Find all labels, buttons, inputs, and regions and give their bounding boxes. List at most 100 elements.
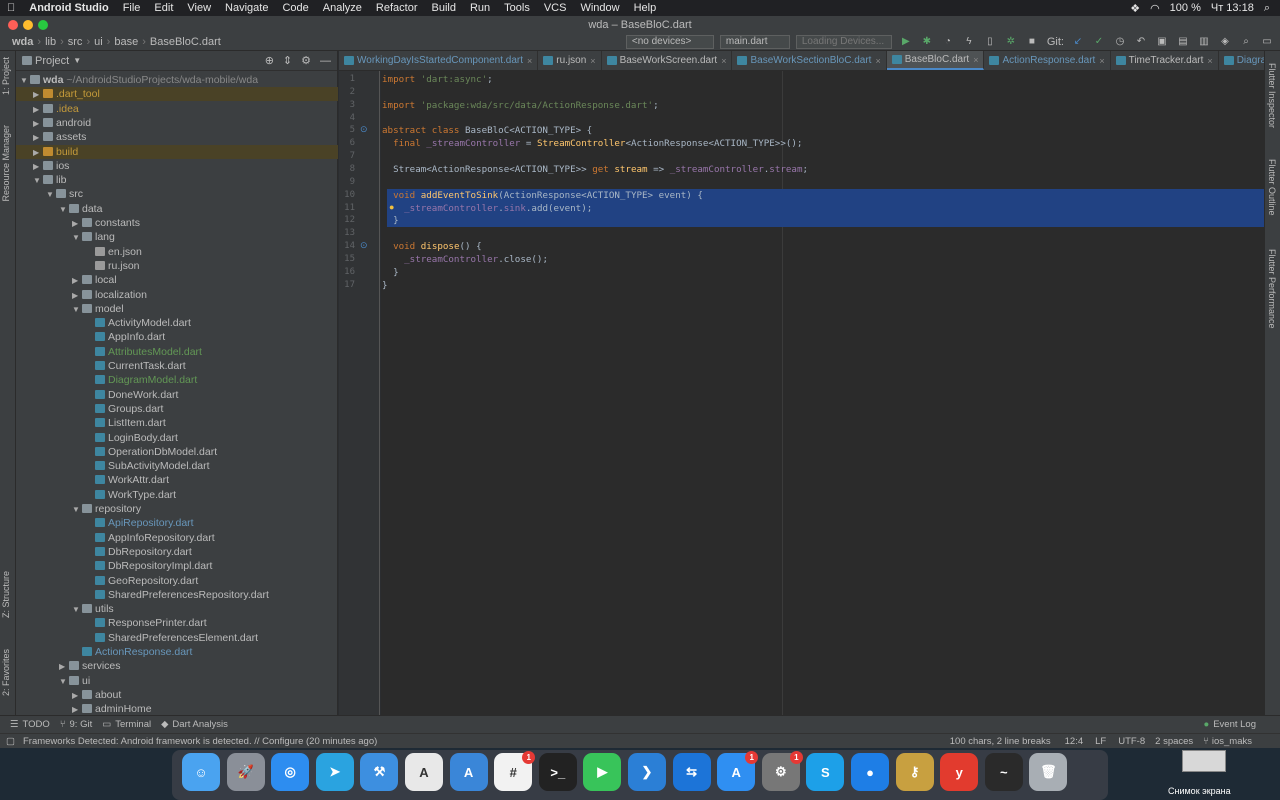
finder-icon[interactable]: ☺ [182, 753, 220, 791]
dropbox-icon[interactable]: ❖ [1130, 2, 1140, 15]
undo-icon[interactable]: ↶ [1134, 36, 1148, 48]
expanded-arrow-icon[interactable]: ▼ [46, 188, 56, 202]
menu-analyze[interactable]: Analyze [316, 2, 369, 14]
tree-file-row[interactable]: SharedPreferencesElement.dart [16, 631, 338, 645]
menu-file[interactable]: File [116, 2, 148, 14]
project-tool-tab[interactable]: 1: Project [1, 57, 11, 95]
tree-folder-row[interactable]: ▼ utils [16, 602, 338, 616]
profile-icon[interactable]: ◔ [941, 36, 955, 48]
favorites-tool-tab[interactable]: 2: Favorites [1, 649, 11, 696]
collapsed-arrow-icon[interactable]: ▶ [72, 217, 82, 231]
git-branch[interactable]: ios_maks [1212, 736, 1252, 747]
git-history-icon[interactable]: ◷ [1113, 36, 1127, 48]
code-line[interactable]: _streamController.close(); [382, 253, 548, 266]
tree-file-row[interactable]: WorkType.dart [16, 488, 338, 502]
battery-label[interactable]: 100 % [1170, 2, 1201, 14]
menu-vcs[interactable]: VCS [537, 2, 574, 14]
flutter-inspector-tab[interactable]: Flutter Inspector [1267, 63, 1277, 128]
tree-folder-row[interactable]: ▼ ui [16, 674, 338, 688]
tree-folder-row[interactable]: ▶ localization [16, 288, 338, 302]
zoom-window-button[interactable] [38, 20, 48, 30]
collapsed-arrow-icon[interactable]: ▶ [33, 131, 43, 145]
menu-edit[interactable]: Edit [147, 2, 180, 14]
tree-folder-row[interactable]: ▼ data [16, 202, 338, 216]
maps-pin-icon[interactable]: ● [851, 753, 889, 791]
flutter-performance-tab[interactable]: Flutter Performance [1267, 249, 1277, 329]
tree-file-row[interactable]: AttributesModel.dart [16, 345, 338, 359]
tree-file-row[interactable]: LoginBody.dart [16, 431, 338, 445]
tree-folder-row[interactable]: ▼ repository [16, 502, 338, 516]
trash-icon[interactable]: 🗑 [1029, 753, 1068, 791]
code-line[interactable]: import 'package:wda/src/data/ActionRespo… [382, 99, 659, 112]
close-tab-icon[interactable]: × [973, 55, 978, 65]
override-icon[interactable]: ⊙ [360, 124, 368, 135]
teamviewer-icon[interactable]: ⇆ [672, 753, 711, 791]
terminal-tab[interactable]: Terminal [115, 719, 151, 730]
collapse-all-icon[interactable]: ⇕ [283, 54, 292, 67]
tree-folder-row[interactable]: ▶ .dart_tool [16, 87, 338, 102]
tree-folder-row[interactable]: ▶ local [16, 273, 338, 287]
git-update-icon[interactable]: ↙ [1071, 36, 1085, 48]
expanded-arrow-icon[interactable]: ▼ [20, 74, 30, 88]
collapsed-arrow-icon[interactable]: ▶ [33, 88, 43, 102]
close-tab-icon[interactable]: × [1207, 56, 1212, 66]
close-window-button[interactable] [8, 20, 18, 30]
collapsed-arrow-icon[interactable]: ▶ [33, 117, 43, 131]
tree-folder-row[interactable]: ▶ .idea [16, 102, 338, 116]
debug-icon[interactable]: ✱ [920, 36, 934, 48]
hot-reload-icon[interactable]: ϟ [962, 36, 976, 48]
expanded-arrow-icon[interactable]: ▼ [72, 231, 82, 245]
tree-folder-row[interactable]: ▶ constants [16, 216, 338, 230]
close-tab-icon[interactable]: × [875, 56, 880, 66]
editor-tab[interactable]: BaseBloC.dart × [886, 51, 985, 70]
minimize-window-button[interactable] [23, 20, 33, 30]
tree-file-row[interactable]: GeoRepository.dart [16, 574, 338, 588]
tree-file-row[interactable]: DbRepository.dart [16, 545, 338, 559]
status-message[interactable]: Frameworks Detected: Android framework i… [23, 736, 377, 747]
app-menu[interactable]: Android Studio [22, 2, 115, 14]
tree-file-row[interactable]: ActionResponse.dart [16, 645, 338, 659]
todo-tab[interactable]: TODO [23, 719, 50, 730]
chevron-down-icon[interactable]: ▼ [73, 56, 81, 65]
breadcrumb-item[interactable]: BaseBloC.dart [146, 36, 225, 48]
search-icon[interactable]: ⌕ [1264, 2, 1270, 15]
terminal-icon[interactable]: >_ [538, 753, 577, 791]
close-tab-icon[interactable]: × [1099, 56, 1104, 66]
presentation-icon[interactable]: ▭ [1260, 36, 1274, 48]
code-line[interactable]: final _streamController = StreamControll… [382, 137, 802, 150]
lightbulb-icon[interactable]: ● [389, 202, 394, 212]
tree-file-row[interactable]: ApiRepository.dart [16, 516, 338, 530]
project-view-selector[interactable]: Project [35, 55, 69, 67]
menu-view[interactable]: View [180, 2, 218, 14]
collapsed-arrow-icon[interactable]: ▶ [33, 160, 43, 174]
structure-tool-tab[interactable]: Z: Structure [1, 571, 11, 618]
breadcrumb-item[interactable]: base [110, 36, 142, 48]
locate-icon[interactable]: ⊕ [265, 54, 274, 67]
expanded-arrow-icon[interactable]: ▼ [33, 174, 43, 188]
line-separator[interactable]: LF [1095, 736, 1106, 747]
git-tab[interactable]: 9: Git [70, 719, 93, 730]
facetime-icon[interactable]: ▶ [583, 753, 622, 791]
vscode-icon[interactable]: ❯ [628, 753, 666, 791]
search-everywhere-icon[interactable]: ⌕ [1239, 36, 1253, 48]
collapsed-arrow-icon[interactable]: ▶ [33, 146, 43, 160]
tree-file-row[interactable]: en.json [16, 245, 338, 259]
expanded-arrow-icon[interactable]: ▼ [59, 675, 69, 689]
gear-icon[interactable]: ⚙ [301, 54, 311, 67]
menu-refactor[interactable]: Refactor [369, 2, 425, 14]
sdk-manager-icon[interactable]: ▤ [1176, 36, 1190, 48]
launchpad-icon[interactable]: 🚀 [226, 753, 265, 791]
caret-position[interactable]: 12:4 [1065, 736, 1084, 747]
tree-folder-row[interactable]: ▼ wda ~/AndroidStudioProjects/wda-mobile/… [16, 73, 338, 87]
event-log-tab[interactable]: Event Log [1213, 719, 1256, 730]
collapsed-arrow-icon[interactable]: ▶ [72, 689, 82, 703]
app-store-icon[interactable]: A1 [717, 751, 759, 791]
menu-tools[interactable]: Tools [497, 2, 537, 14]
editor-tab[interactable]: WorkingDayIsStartedComponent.dart × [339, 51, 539, 70]
menu-build[interactable]: Build [424, 2, 462, 14]
menu-navigate[interactable]: Navigate [218, 2, 275, 14]
code-line[interactable]: void addEventToSink(ActionResponse<ACTIO… [382, 189, 703, 202]
avd-manager-icon[interactable]: ▥ [1197, 36, 1211, 48]
code-line[interactable]: _streamController.sink.add(event); [382, 202, 592, 215]
resource-manager-tab[interactable]: Resource Manager [1, 125, 11, 202]
